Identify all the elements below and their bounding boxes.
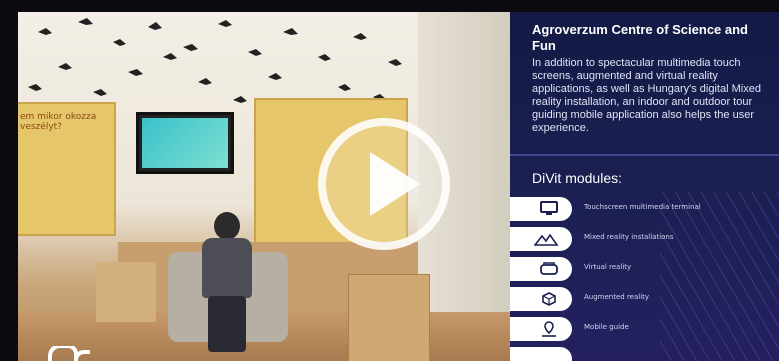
mountains-icon [534,233,558,246]
module-item-touchscreen: Touchscreen multimedia terminal [510,194,779,224]
module-item-augmented-reality: Augmented reality [510,284,779,314]
left-border [0,12,18,361]
map-pin-icon [542,321,556,337]
module-pill [510,347,572,361]
ar-cube-icon [542,292,556,306]
module-pill [510,227,572,251]
module-label: Mobile guide [584,323,629,331]
brand-logo-icon [48,346,90,361]
play-icon [370,152,420,216]
module-label: Augmented reality [584,293,650,301]
birds-decoration [28,18,402,106]
person-with-vr-headset [196,212,256,352]
video-frame: em mikor okozza veszélyt? Agroverzum Cen… [0,0,779,361]
info-panel: Agroverzum Centre of Science and Fun In … [510,12,779,361]
module-pill [510,257,572,281]
exhibit-stand [96,262,156,322]
module-item-mobile-guide: Mobile guide [510,314,779,344]
panel-description: In addition to spectacular multimedia to… [532,57,761,134]
cabinet [348,274,430,361]
module-pill [510,317,572,341]
module-label: Mixed reality installations [584,233,674,241]
module-item-virtual-reality: Virtual reality [510,254,779,284]
module-item-mixed-reality: Mixed reality installations [510,224,779,254]
exhibit-panel-left-text: em mikor okozza veszélyt? [20,112,97,132]
divider [510,154,779,156]
module-item-partial [510,344,779,361]
wall-screen [136,112,234,174]
module-label: Touchscreen multimedia terminal [584,203,701,211]
vr-headset-icon [540,262,558,275]
monitor-icon [540,201,558,215]
module-pill [510,197,572,221]
module-pill [510,287,572,311]
modules-title: DiVit modules: [532,170,623,186]
panel-title: Agroverzum Centre of Science and Fun [532,22,748,53]
play-button[interactable] [318,118,450,250]
exhibit-panel-left: em mikor okozza veszélyt? [18,102,116,236]
module-label: Virtual reality [584,263,632,271]
